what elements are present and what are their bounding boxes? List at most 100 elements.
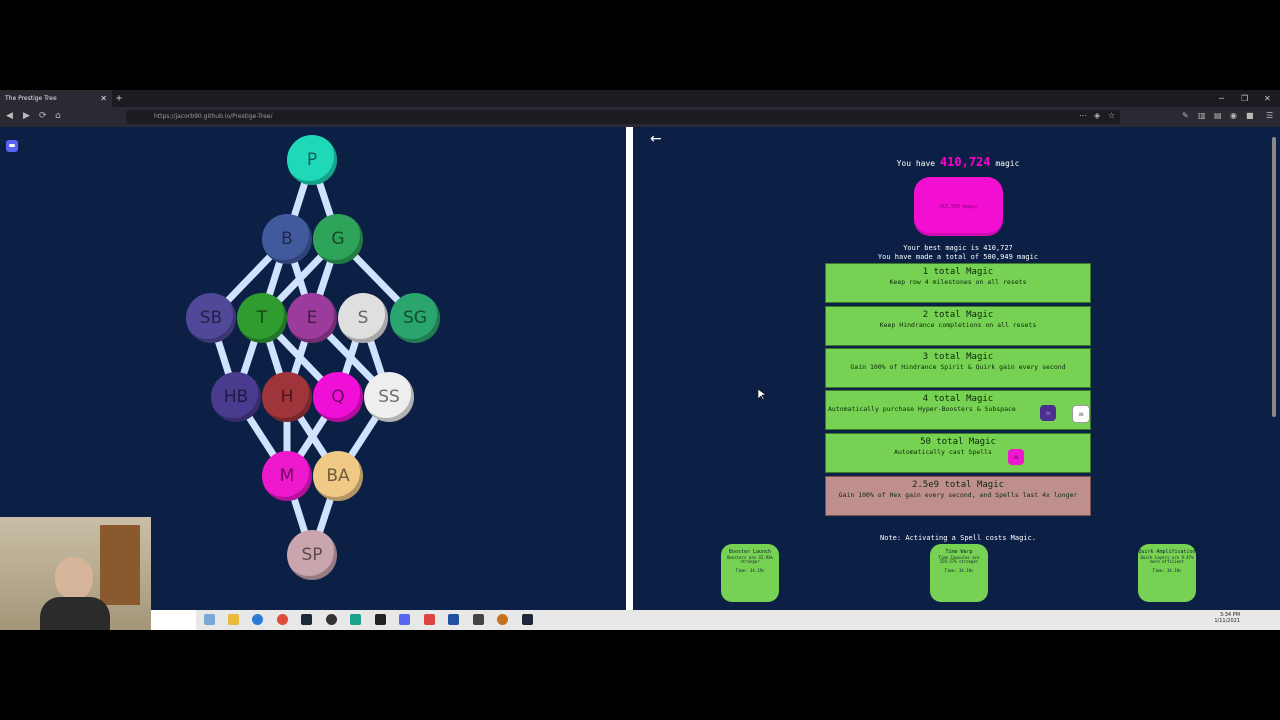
node-hb-label: HB (223, 387, 249, 407)
spell-quirk-amplification[interactable]: Quirk Amplification Quirk Layers are 9.4… (1138, 544, 1196, 602)
milestone-desc: Keep Hindrance completions on all resets (879, 321, 1037, 329)
node-ss[interactable]: SS (364, 372, 414, 422)
spell-time: Time: 34.19s (1152, 567, 1182, 573)
node-m[interactable]: M (262, 451, 312, 501)
addon-icon[interactable]: ■ (1246, 111, 1254, 120)
steam-icon[interactable] (301, 614, 312, 625)
milestone-desc: Gain 100% of Hindrance Spirit & Quirk ga… (850, 363, 1066, 371)
node-s-label: S (357, 308, 369, 328)
menu-icon[interactable]: ☰ (1266, 111, 1273, 120)
you-have-label: You have (896, 159, 936, 168)
firefox-icon[interactable] (252, 614, 263, 625)
node-b[interactable]: B (262, 214, 312, 264)
new-tab-button[interactable]: + (116, 90, 122, 107)
system-clock[interactable]: 3:34 PM 1/11/2021 (1214, 612, 1240, 624)
node-s[interactable]: S (338, 293, 388, 343)
scrollbar-thumb[interactable] (1272, 137, 1276, 417)
node-p[interactable]: P (287, 135, 337, 185)
obs-icon[interactable] (326, 614, 337, 625)
auto-spell-toggle[interactable]: ON (1008, 449, 1024, 465)
app-icon-blue[interactable] (448, 614, 459, 625)
maximize-button[interactable]: ❐ (1241, 90, 1248, 107)
page-actions-icon[interactable]: ⋯ (1079, 111, 1087, 120)
back-icon[interactable]: ◀ (6, 111, 13, 121)
node-e[interactable]: E (287, 293, 337, 343)
toggle-label: ON (1045, 410, 1051, 416)
file-explorer-icon[interactable] (228, 614, 239, 625)
steam-icon-2[interactable] (522, 614, 533, 625)
chrome-icon[interactable] (277, 614, 288, 625)
minimize-button[interactable]: ─ (1219, 90, 1224, 107)
toggle-label: ON (1013, 454, 1019, 460)
reload-icon[interactable]: ⟳ (39, 111, 47, 121)
total-line: You have made a total of 500,949 magic (877, 253, 1039, 261)
browser-tab[interactable]: The Prestige Tree ✕ (0, 90, 112, 107)
spell-booster-launch[interactable]: Booster Launch Boosters are 32.93% stron… (721, 544, 779, 602)
milestone-title: 2 total Magic (922, 310, 994, 320)
close-window-button[interactable]: ✕ (1264, 90, 1271, 107)
node-sp[interactable]: SP (287, 530, 337, 580)
reset-gain-text: +53,590 magic (938, 203, 979, 210)
spell-effect: Time Capsules are 259.57% stronger (938, 554, 980, 565)
milestone-5: 50 total Magic Automatically cast Spells… (825, 433, 1091, 473)
hyper-booster-toggle[interactable]: ON (1040, 405, 1056, 421)
app-icon-orange[interactable] (497, 614, 508, 625)
sidebar-icon[interactable]: ▤ (1214, 111, 1222, 120)
node-q[interactable]: Q (313, 372, 363, 422)
currency-label: magic (995, 159, 1020, 168)
node-sb-label: SB (199, 308, 223, 328)
node-t-label: T (256, 308, 268, 328)
nav-bar: ◀ ▶ ⟳ ⌂ https://jacorb90.github.io/Prest… (0, 107, 1280, 128)
toggle-label: ON (1078, 411, 1084, 417)
windows-taskbar: 3:34 PM 1/11/2021 (0, 610, 1280, 630)
milestone-1: 1 total Magic Keep row 4 milestones on a… (825, 263, 1091, 303)
node-t[interactable]: T (237, 293, 287, 343)
task-view-icon[interactable] (204, 614, 215, 625)
spell-effect: Boosters are 32.93% stronger (727, 554, 773, 565)
url-bar[interactable]: https://jacorb90.github.io/Prestige-Tree… (126, 110, 1120, 124)
home-icon[interactable]: ⌂ (55, 111, 61, 121)
app-icon-teal[interactable] (350, 614, 361, 625)
magic-reset-button[interactable]: +53,590 magic (914, 177, 1003, 236)
milestone-title: 1 total Magic (922, 267, 994, 277)
app-icon-red[interactable] (424, 614, 435, 625)
tab-bar: The Prestige Tree ✕ + ─ ❐ ✕ (0, 90, 1280, 107)
node-hb[interactable]: HB (211, 372, 261, 422)
account-icon[interactable]: ◉ (1230, 111, 1237, 120)
milestone-3: 3 total Magic Gain 100% of Hindrance Spi… (825, 348, 1091, 388)
node-sp-label: SP (301, 545, 323, 565)
node-q-label: Q (331, 387, 345, 407)
node-ba[interactable]: BA (313, 451, 363, 501)
milestone-2: 2 total Magic Keep Hindrance completions… (825, 306, 1091, 346)
tree-scrollbar[interactable] (632, 127, 639, 610)
spell-time-warp[interactable]: Time Warp Time Capsules are 259.57% stro… (930, 544, 988, 602)
milestone-desc: Keep row 4 milestones on all resets (889, 278, 1027, 286)
node-sg[interactable]: SG (390, 293, 440, 343)
node-sg-label: SG (403, 308, 427, 328)
app-icon-gray[interactable] (473, 614, 484, 625)
spell-note: Note: Activating a Spell costs Magic. (880, 534, 1036, 542)
subspace-toggle[interactable]: ON (1072, 405, 1090, 423)
node-h-label: H (280, 387, 294, 407)
node-b-label: B (281, 229, 293, 249)
node-sb[interactable]: SB (186, 293, 236, 343)
forward-icon[interactable]: ▶ (23, 111, 30, 121)
library-icon[interactable]: ▥ (1198, 111, 1206, 120)
pocket-icon[interactable]: ◈ (1094, 111, 1100, 120)
magic-amount: 410,724 (939, 155, 991, 169)
webcam-furniture (100, 525, 140, 605)
spell-time: Time: 34.19s (944, 567, 974, 573)
node-m-label: M (279, 466, 295, 486)
node-g[interactable]: G (313, 214, 363, 264)
node-g-label: G (331, 229, 345, 249)
spell-time: Time: 34.19s (735, 567, 765, 573)
page-scrollbar[interactable] (1268, 127, 1280, 610)
search-box[interactable] (151, 610, 196, 630)
extensions-icon[interactable]: ✎ (1182, 111, 1189, 120)
node-h[interactable]: H (262, 372, 312, 422)
app-icon-dark[interactable] (375, 614, 386, 625)
bookmark-star-icon[interactable]: ☆ (1108, 111, 1115, 120)
webcam-overlay (0, 517, 151, 630)
tab-close-icon[interactable]: ✕ (100, 90, 107, 107)
discord-taskbar-icon[interactable] (399, 614, 410, 625)
